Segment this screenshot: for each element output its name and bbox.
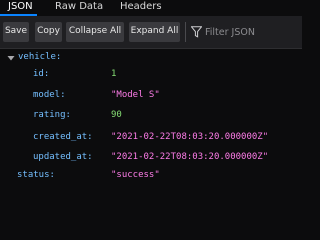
json-key: model: bbox=[33, 90, 66, 100]
json-key: updated_at: bbox=[33, 152, 93, 162]
expand-all-button[interactable]: Expand All bbox=[129, 22, 180, 42]
json-key: status: bbox=[17, 170, 55, 180]
tab-raw-data[interactable]: Raw Data bbox=[55, 0, 103, 16]
save-button[interactable]: Save bbox=[3, 22, 29, 42]
json-value: "2021-02-22T08:03:20.000000Z" bbox=[111, 132, 269, 142]
tree-row: id: 1 bbox=[0, 69, 302, 83]
json-value: "Model S" bbox=[111, 90, 160, 100]
json-key: vehicle: bbox=[18, 52, 62, 62]
tree-row: updated_at: "2021-02-22T08:03:20.000000Z… bbox=[0, 152, 302, 166]
tree-row: rating: 90 bbox=[0, 110, 302, 124]
toolbar-divider bbox=[185, 22, 186, 42]
collapse-all-button[interactable]: Collapse All bbox=[66, 22, 124, 42]
json-value: "success" bbox=[111, 170, 160, 180]
json-value: 90 bbox=[111, 110, 122, 120]
json-key: created_at: bbox=[33, 132, 93, 142]
tree-row-status: status: "success" bbox=[0, 170, 302, 184]
triangle-down-icon[interactable] bbox=[7, 54, 15, 62]
json-key: rating: bbox=[33, 110, 71, 120]
tree-row-vehicle[interactable]: vehicle: bbox=[0, 52, 302, 66]
json-toolbar: Save Copy Collapse All Expand All bbox=[0, 16, 302, 49]
tab-bar: JSON Raw Data Headers bbox=[0, 0, 302, 16]
json-value: "2021-02-22T08:03:20.000000Z" bbox=[111, 152, 269, 162]
json-value: 1 bbox=[111, 69, 117, 79]
copy-button[interactable]: Copy bbox=[35, 22, 62, 42]
json-key: id: bbox=[33, 69, 50, 79]
tab-headers[interactable]: Headers bbox=[120, 0, 162, 16]
filter-json-input[interactable] bbox=[205, 24, 299, 40]
funnel-icon bbox=[191, 26, 202, 38]
tree-row: model: "Model S" bbox=[0, 90, 302, 104]
tree-row: created_at: "2021-02-22T08:03:20.000000Z… bbox=[0, 132, 302, 146]
